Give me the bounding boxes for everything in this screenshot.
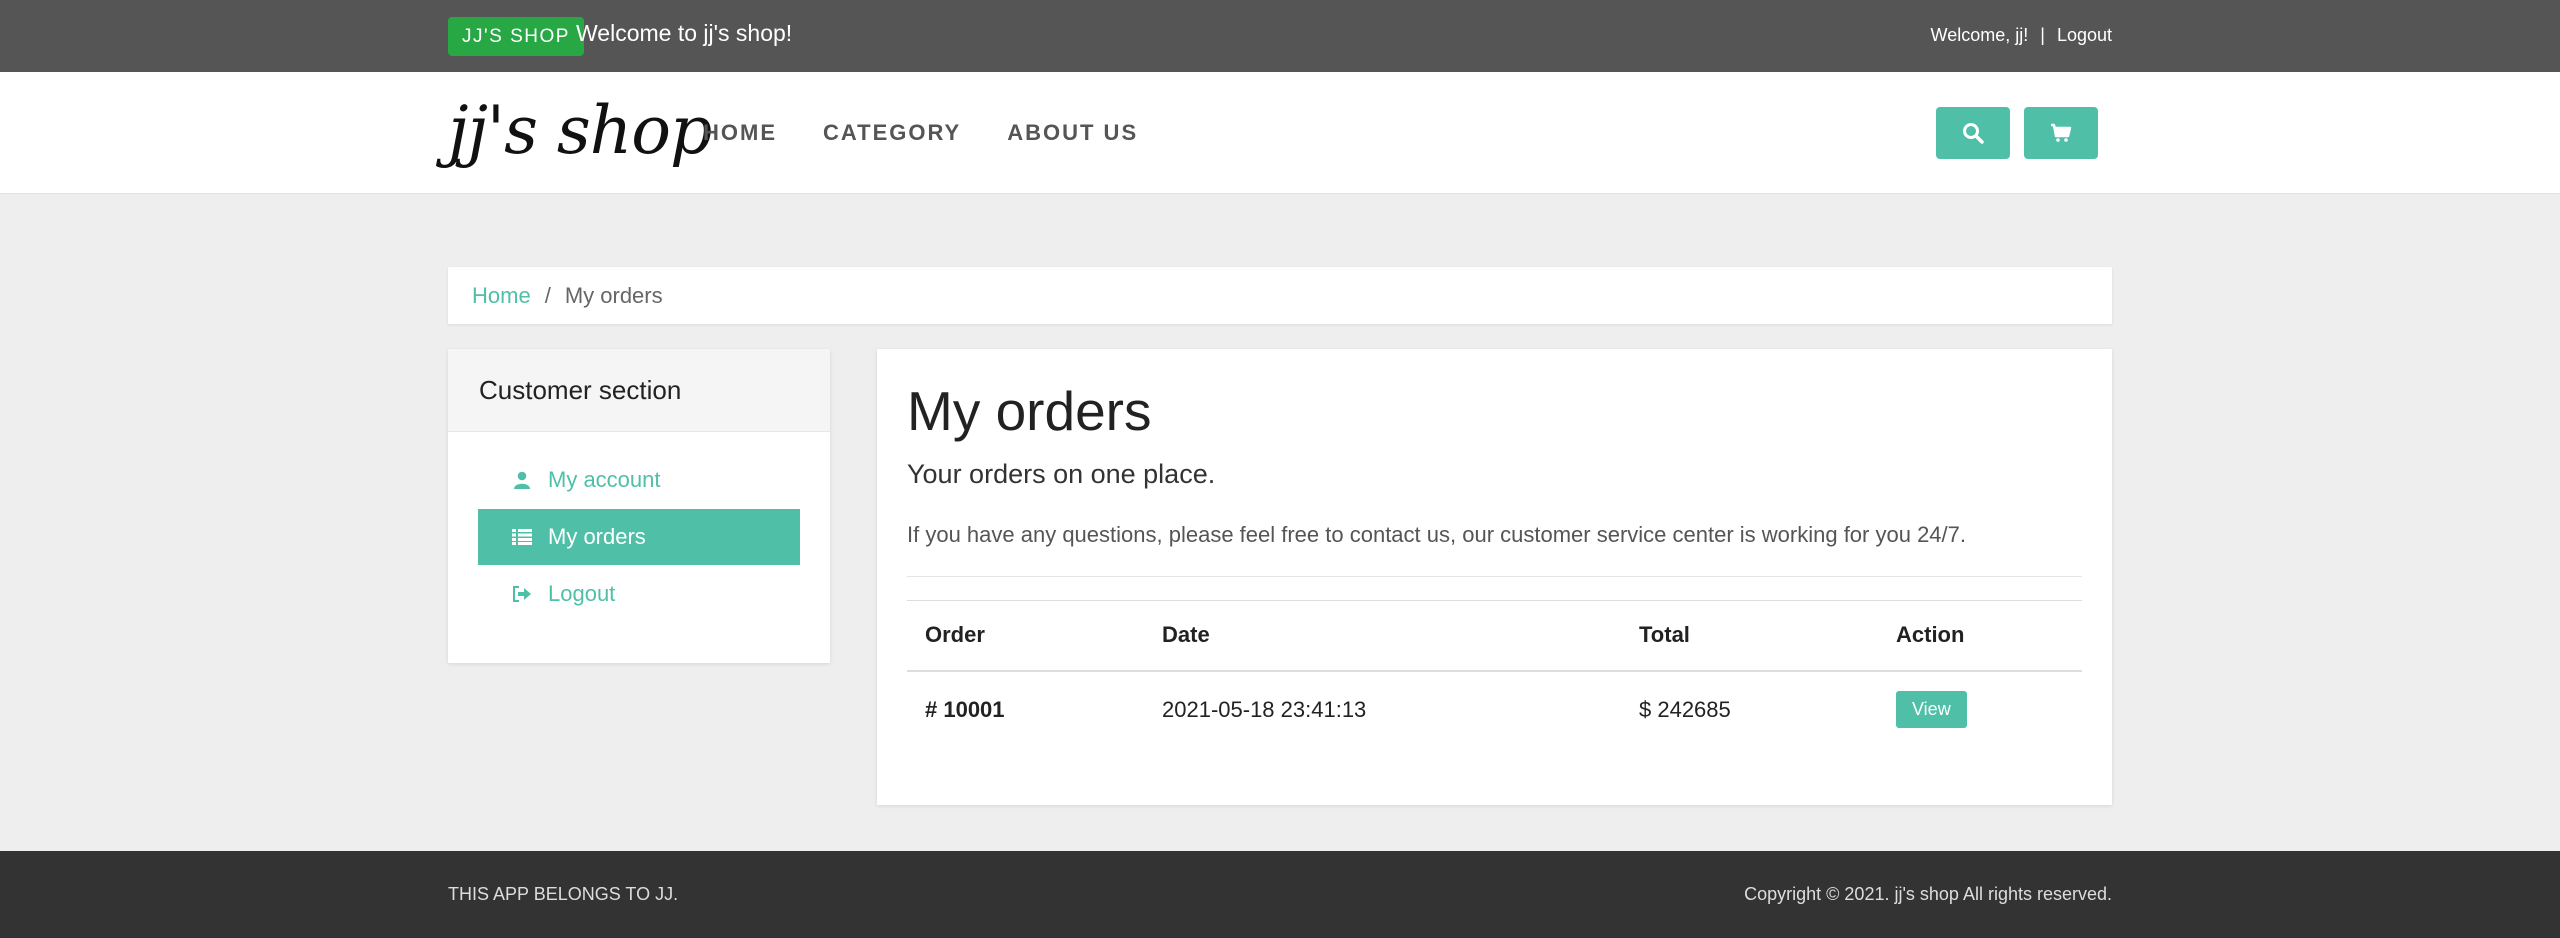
table-header-row: Order Date Total Action xyxy=(907,600,2082,672)
page-info: If you have any questions, please feel f… xyxy=(907,522,1966,547)
sidebar-item-label: Logout xyxy=(548,581,616,606)
orders-table: Order Date Total Action # 10001 2021-05-… xyxy=(907,600,2082,748)
breadcrumb-divider: / xyxy=(544,282,551,308)
table-row: # 10001 2021-05-18 23:41:13 $ 242685 Vie… xyxy=(907,671,2082,748)
order-id: # 10001 xyxy=(925,696,1005,722)
sidebar-menu: My account My orders Logout xyxy=(448,432,830,643)
user-greeting: Welcome, jj! xyxy=(1930,25,2029,45)
separator: | xyxy=(2040,25,2045,45)
column-header-date: Date xyxy=(1144,600,1621,672)
breadcrumb-current: My orders xyxy=(564,282,663,308)
cart-button[interactable] xyxy=(2024,107,2098,159)
shop-badge: JJ'S SHOP xyxy=(448,17,584,56)
footer: THIS APP BELONGS TO JJ. Copyright © 2021… xyxy=(0,851,2560,938)
search-button[interactable] xyxy=(1936,107,2010,159)
page-title: My orders xyxy=(907,380,1152,442)
nav-category[interactable]: CATEGORY xyxy=(823,120,961,146)
customer-sidebar: Customer section My account My orders Lo… xyxy=(448,349,830,663)
welcome-text: Welcome to jj's shop! xyxy=(576,20,793,46)
breadcrumb: Home / My orders xyxy=(448,267,2112,324)
user-area: Welcome, jj! | Logout xyxy=(1931,25,2112,46)
divider xyxy=(907,576,2082,577)
cart-icon xyxy=(2051,123,2072,142)
sidebar-item-label: My account xyxy=(548,467,661,492)
order-date: 2021-05-18 23:41:13 xyxy=(1162,696,1367,722)
nav-about-us[interactable]: ABOUT US xyxy=(1007,120,1138,146)
view-order-button[interactable]: View xyxy=(1896,691,1967,728)
user-icon xyxy=(510,470,534,490)
column-header-total: Total xyxy=(1621,600,1878,672)
list-icon xyxy=(510,527,534,547)
breadcrumb-home[interactable]: Home xyxy=(472,283,531,309)
sidebar-item-my-account[interactable]: My account xyxy=(478,452,800,508)
sidebar-item-label: My orders xyxy=(548,524,646,549)
sidebar-title: Customer section xyxy=(448,349,830,432)
sidebar-item-logout[interactable]: Logout xyxy=(478,566,800,622)
column-header-order: Order xyxy=(907,600,1144,672)
footer-left-text: THIS APP BELONGS TO JJ. xyxy=(448,884,679,904)
page-lead: Your orders on one place. xyxy=(907,459,1216,489)
order-total: $ 242685 xyxy=(1639,696,1731,722)
orders-panel: My orders Your orders on one place. If y… xyxy=(877,349,2112,805)
logo[interactable]: jj's shop xyxy=(448,92,712,169)
top-bar: JJ'S SHOP Welcome to jj's shop! Welcome,… xyxy=(0,0,2560,72)
column-header-action: Action xyxy=(1878,600,2082,672)
sidebar-item-my-orders[interactable]: My orders xyxy=(478,509,800,565)
main-nav: HOME CATEGORY ABOUT US xyxy=(703,120,1138,146)
navbar: jj's shop HOME CATEGORY ABOUT US xyxy=(0,72,2560,194)
logout-link[interactable]: Logout xyxy=(2057,25,2112,45)
sign-out-icon xyxy=(510,584,534,604)
nav-home[interactable]: HOME xyxy=(703,120,777,146)
footer-copyright: Copyright © 2021. jj's shop All rights r… xyxy=(1744,884,2112,904)
search-icon xyxy=(1963,123,1984,144)
order-action: View xyxy=(1878,671,2082,748)
